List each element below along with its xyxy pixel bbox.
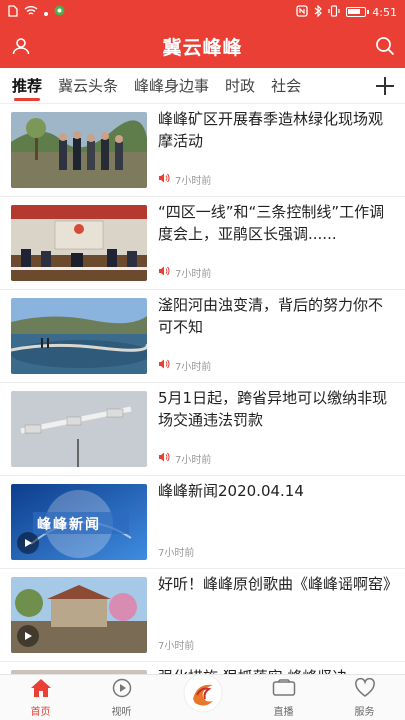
nfc-icon xyxy=(296,4,308,20)
news-thumbnail xyxy=(11,391,147,467)
tab-headlines[interactable]: 冀云头条 xyxy=(50,68,126,104)
list-item[interactable]: 峰峰矿区开展春季造林绿化现场观摩活动 7小时前 xyxy=(0,104,405,197)
category-tabs: 推荐 冀云头条 峰峰身边事 时政 社会 xyxy=(0,68,405,104)
app-icon xyxy=(54,5,65,19)
news-time: 7小时前 xyxy=(158,641,195,652)
status-bar: 4:51 xyxy=(0,0,405,24)
news-time: 7小时前 xyxy=(175,176,212,187)
nav-live[interactable]: 直播 xyxy=(243,675,324,720)
play-circle-icon xyxy=(111,678,133,701)
speaker-icon[interactable] xyxy=(158,173,170,186)
tab-recommended[interactable]: 推荐 xyxy=(0,68,50,104)
brand-logo-icon xyxy=(183,673,223,713)
news-title: 滏阳河由浊变清，背后的努力你不可不知 xyxy=(158,296,384,336)
play-icon[interactable] xyxy=(17,625,39,647)
add-tab-icon[interactable] xyxy=(373,74,397,98)
nav-services[interactable]: 服务 xyxy=(324,675,405,720)
battery-icon xyxy=(346,7,370,17)
status-time: 4:51 xyxy=(372,5,397,19)
nav-media[interactable]: 视听 xyxy=(81,675,162,720)
search-icon[interactable] xyxy=(373,34,397,58)
nav-home[interactable]: 首页 xyxy=(0,675,81,720)
camera-icon xyxy=(272,678,296,701)
speaker-icon[interactable] xyxy=(158,359,170,372)
news-title: 峰峰矿区开展春季造林绿化现场观摩活动 xyxy=(158,110,384,150)
user-icon[interactable] xyxy=(9,34,33,58)
nav-label: 服务 xyxy=(354,706,375,718)
speaker-icon[interactable] xyxy=(158,452,170,465)
speaker-icon[interactable] xyxy=(158,266,170,279)
bluetooth-icon xyxy=(314,4,323,20)
app-title: 冀云峰峰 xyxy=(162,36,243,59)
news-time: 7小时前 xyxy=(175,455,212,466)
list-item[interactable]: 5月1日起，跨省异地可以缴纳非现场交通违法罚款 7小时前 xyxy=(0,383,405,476)
news-time: 7小时前 xyxy=(175,362,212,373)
news-thumbnail xyxy=(11,298,147,374)
tab-local[interactable]: 峰峰身边事 xyxy=(126,68,217,104)
list-item[interactable]: 峰峰新闻 峰峰新闻2020.04.14 7小时前 xyxy=(0,476,405,569)
news-title: 5月1日起，跨省异地可以缴纳非现场交通违法罚款 xyxy=(158,389,388,429)
nav-label: 首页 xyxy=(30,706,51,718)
video-overlay-title: 峰峰新闻 xyxy=(37,517,101,533)
wifi-icon xyxy=(24,5,38,19)
tab-society[interactable]: 社会 xyxy=(263,68,309,104)
vibrate-icon xyxy=(328,4,340,20)
nav-brand[interactable] xyxy=(162,673,243,720)
heart-icon xyxy=(354,677,376,701)
nav-label: 直播 xyxy=(273,706,294,718)
news-time: 7小时前 xyxy=(175,269,212,280)
list-item[interactable]: 滏阳河由浊变清，背后的努力你不可不知 7小时前 xyxy=(0,290,405,383)
news-thumbnail: 峰峰新闻 xyxy=(11,484,147,560)
news-thumbnail xyxy=(11,205,147,281)
app-header: 冀云峰峰 xyxy=(0,24,405,68)
list-item[interactable]: “四区一线”和“三条控制线”工作调度会上，亚鹃区长强调...... 7小时前 xyxy=(0,197,405,290)
news-title: 峰峰新闻2020.04.14 xyxy=(158,482,304,500)
list-item[interactable]: 好听！峰峰原创歌曲《峰峰谣啊窑》 7小时前 xyxy=(0,569,405,662)
nav-label: 视听 xyxy=(111,706,132,718)
news-thumbnail xyxy=(11,577,147,653)
play-icon[interactable] xyxy=(17,532,39,554)
tab-politics[interactable]: 时政 xyxy=(217,68,263,104)
news-title: 好听！峰峰原创歌曲《峰峰谣啊窑》 xyxy=(158,575,395,593)
news-title: “四区一线”和“三条控制线”工作调度会上，亚鹃区长强调...... xyxy=(158,203,385,243)
news-list: 峰峰矿区开展春季造林绿化现场观摩活动 7小时前 “四区一线”和“三条控制线”工作… xyxy=(0,104,405,674)
bottom-nav: 首页 视听 直播 服务 xyxy=(0,673,405,720)
news-time: 7小时前 xyxy=(158,548,195,559)
news-thumbnail xyxy=(11,112,147,188)
sim-icon xyxy=(8,4,18,20)
home-icon xyxy=(30,678,52,701)
dot-icon xyxy=(44,6,48,19)
